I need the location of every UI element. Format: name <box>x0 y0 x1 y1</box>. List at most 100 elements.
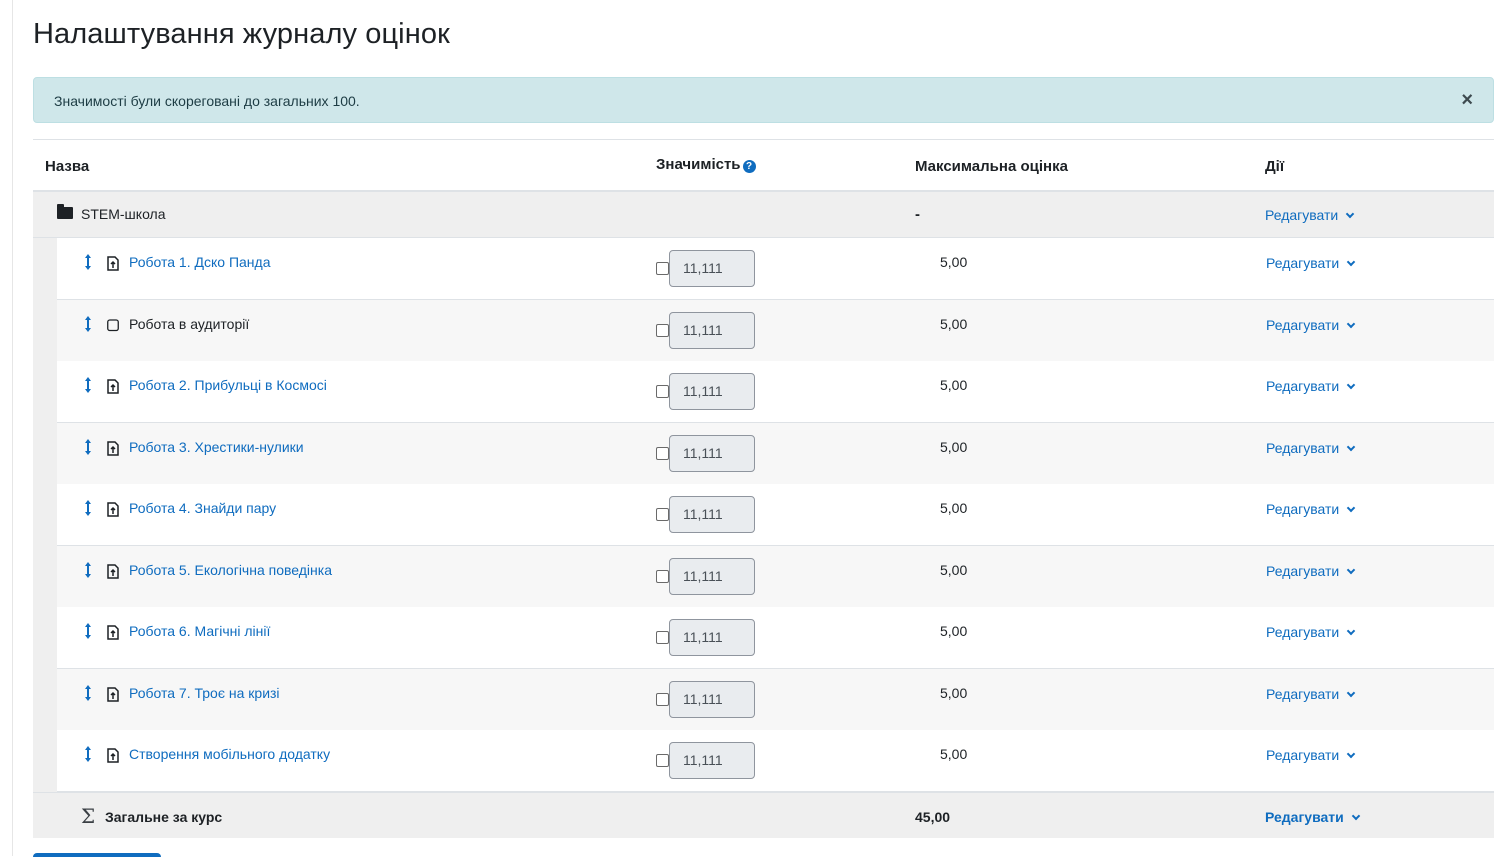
item-edit-menu[interactable]: Редагувати <box>1266 563 1356 579</box>
chevron-down-icon <box>1347 503 1356 513</box>
help-icon[interactable]: ? <box>742 160 756 173</box>
column-header-weight-label: Значимість <box>656 156 741 173</box>
alert-message: Значимості були скореговані до загальних… <box>54 93 360 109</box>
grade-item-link[interactable]: Робота 5. Екологічна поведінка <box>129 562 332 578</box>
grade-item-name: Робота в аудиторії <box>129 316 250 332</box>
grade-item-link[interactable]: Робота 7. Троє на кризі <box>129 685 280 701</box>
weight-override-checkbox[interactable] <box>656 631 669 644</box>
grade-item-link[interactable]: Робота 1. Дско Панда <box>129 254 270 270</box>
item-edit-menu[interactable]: Редагувати <box>1266 255 1356 271</box>
max-grade-value: 5,00 <box>940 685 968 701</box>
course-total-edit-menu[interactable]: Редагувати <box>1265 809 1360 825</box>
item-edit-menu[interactable]: Редагувати <box>1266 686 1356 702</box>
table-top-rule <box>33 139 1494 140</box>
assignment-icon <box>107 256 119 271</box>
grade-items-list: Робота 1. Дско Панда 11,111 5,00 Редагув… <box>33 238 1494 792</box>
assignment-icon <box>107 748 119 763</box>
chevron-down-icon <box>1347 749 1356 759</box>
move-icon[interactable] <box>84 622 92 640</box>
column-header-name: Назва <box>45 158 90 175</box>
table-row: Робота 1. Дско Панда 11,111 5,00 Редагув… <box>57 238 1494 300</box>
max-grade-value: 5,00 <box>940 746 968 762</box>
weight-input[interactable]: 11,111 <box>669 558 755 595</box>
edit-label: Редагувати <box>1266 563 1340 579</box>
chevron-down-icon <box>1351 811 1360 821</box>
weight-input[interactable]: 11,111 <box>669 681 755 718</box>
grade-item-link[interactable]: Робота 3. Хрестики-нулики <box>129 439 304 455</box>
max-grade-value: 5,00 <box>940 377 968 393</box>
table-row: Робота 3. Хрестики-нулики 11,111 5,00 Ре… <box>57 423 1494 485</box>
move-icon[interactable] <box>84 376 92 394</box>
edit-label: Редагувати <box>1266 747 1340 763</box>
move-icon[interactable] <box>84 561 92 579</box>
move-icon[interactable] <box>84 499 92 517</box>
weight-override-checkbox[interactable] <box>656 447 669 460</box>
assignment-icon <box>107 441 119 456</box>
edit-label: Редагувати <box>1266 501 1340 517</box>
category-edit-menu[interactable]: Редагувати <box>1265 207 1355 223</box>
table-row: Робота 7. Троє на кризі 11,111 5,00 Реда… <box>57 669 1494 731</box>
page-left-border <box>12 0 13 856</box>
page-title: Налаштування журналу оцінок <box>33 18 450 50</box>
item-edit-menu[interactable]: Редагувати <box>1266 317 1356 333</box>
item-edit-menu[interactable]: Редагувати <box>1266 747 1356 763</box>
chevron-down-icon <box>1347 626 1356 636</box>
edit-label: Редагувати <box>1266 624 1340 640</box>
move-icon[interactable] <box>84 684 92 702</box>
grade-item-link[interactable]: Робота 2. Прибульці в Космосі <box>129 377 327 393</box>
chevron-down-icon <box>1347 442 1356 452</box>
table-row: Робота 2. Прибульці в Космосі 11,111 5,0… <box>57 361 1494 423</box>
move-icon[interactable] <box>84 438 92 456</box>
weight-input[interactable]: 11,111 <box>669 250 755 287</box>
move-icon[interactable] <box>84 253 92 271</box>
item-edit-menu[interactable]: Редагувати <box>1266 440 1356 456</box>
chevron-down-icon <box>1347 257 1356 267</box>
assignment-icon <box>107 379 119 394</box>
chevron-down-icon <box>1346 209 1355 219</box>
save-changes-button[interactable] <box>33 853 161 857</box>
course-total-max: 45,00 <box>915 809 951 825</box>
weight-input[interactable]: 11,111 <box>669 435 755 472</box>
weight-override-checkbox[interactable] <box>656 262 669 275</box>
weight-input[interactable]: 11,111 <box>669 373 755 410</box>
move-icon[interactable] <box>84 745 92 763</box>
weight-override-checkbox[interactable] <box>656 570 669 583</box>
assignment-icon <box>107 625 119 640</box>
info-alert: Значимості були скореговані до загальних… <box>33 77 1494 123</box>
assignment-icon <box>107 687 119 702</box>
assignment-icon <box>107 564 119 579</box>
item-edit-menu[interactable]: Редагувати <box>1266 624 1356 640</box>
max-grade-value: 5,00 <box>940 254 968 270</box>
weight-input[interactable]: 11,111 <box>669 312 755 349</box>
chevron-down-icon <box>1347 688 1356 698</box>
course-total-label: Загальне за курс <box>105 809 223 825</box>
item-edit-menu[interactable]: Редагувати <box>1266 378 1356 394</box>
close-icon[interactable]: × <box>1461 90 1473 110</box>
edit-label: Редагувати <box>1266 440 1340 456</box>
course-total-row: Σ Загальне за курс 45,00 Редагувати <box>33 792 1494 838</box>
weight-input[interactable]: 11,111 <box>669 496 755 533</box>
edit-label: Редагувати <box>1266 378 1340 394</box>
sigma-icon: Σ <box>81 804 96 828</box>
weight-override-checkbox[interactable] <box>656 693 669 706</box>
weight-input[interactable]: 11,111 <box>669 742 755 779</box>
item-edit-menu[interactable]: Редагувати <box>1266 501 1356 517</box>
grade-item-link[interactable]: Робота 4. Знайди пару <box>129 500 276 516</box>
weight-override-checkbox[interactable] <box>656 754 669 767</box>
folder-icon <box>57 204 73 219</box>
chevron-down-icon <box>1347 565 1356 575</box>
max-grade-value: 5,00 <box>940 500 968 516</box>
chevron-down-icon <box>1347 380 1356 390</box>
weight-override-checkbox[interactable] <box>656 324 669 337</box>
weight-override-checkbox[interactable] <box>656 508 669 521</box>
grade-item-link[interactable]: Створення мобільного додатку <box>129 746 330 762</box>
manual-item-icon <box>107 319 119 332</box>
category-name: STEM-школа <box>81 206 166 222</box>
table-row: Створення мобільного додатку 11,111 5,00… <box>57 730 1494 792</box>
grade-item-link[interactable]: Робота 6. Магічні лінії <box>129 623 270 639</box>
max-grade-value: 5,00 <box>940 562 968 578</box>
edit-label: Редагувати <box>1265 207 1339 223</box>
weight-override-checkbox[interactable] <box>656 385 669 398</box>
move-icon[interactable] <box>84 315 92 333</box>
weight-input[interactable]: 11,111 <box>669 619 755 656</box>
